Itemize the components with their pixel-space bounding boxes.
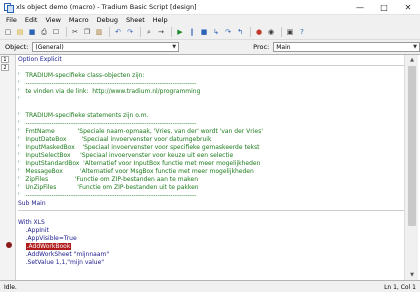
menu-help[interactable]: Help [149,16,172,24]
toolbar-separator [109,27,110,37]
toolbar: □ ▤ ■ ⎙ ☐ ✂ ❐ ▥ ↶ ↷ ⌕ → ▶ ‖ ■ ↳ ↷ ↰ ● ◉ ▣? [0,25,420,40]
code-line[interactable]: ' InputSelectBox 'Speciaal invoervenster… [18,152,233,160]
code-line[interactable]: ' te vinden via de link: http://www.trad… [18,88,200,96]
print-icon[interactable]: ⎙ [39,27,49,37]
undo-icon[interactable]: ↶ [113,27,123,37]
editor-gutter[interactable]: 1 2 [0,55,16,280]
breakpoint-icon[interactable]: ● [254,27,264,37]
close-button[interactable]: ✕ [396,0,420,15]
toolbar-separator [250,27,251,37]
menu-macro[interactable]: Macro [65,16,93,24]
object-dropdown-value: (General) [35,43,64,51]
menu-edit[interactable]: Edit [21,16,42,24]
find-icon[interactable]: ⌕ [144,27,154,37]
step-into-icon[interactable]: ↳ [211,27,221,37]
stop-icon[interactable]: ■ [199,27,209,37]
copy-icon[interactable]: ❐ [82,27,92,37]
pause-icon[interactable]: ‖ [187,27,197,37]
code-line[interactable]: .AppVisible=True [18,235,77,243]
status-text: Idle. [4,283,17,291]
menu-debug[interactable]: Debug [93,16,122,24]
toolbar-separator [66,27,67,37]
step-out-icon[interactable]: ↰ [235,27,245,37]
code-line[interactable]: ' MessageBox 'Alternatief voor MsgBox fu… [18,168,254,176]
chevron-down-icon: ▼ [172,44,177,50]
new-file-icon[interactable]: □ [3,27,13,37]
code-line[interactable]: ' TRADIUM-specifieke statements zijn o.m… [18,112,148,120]
module-tab-2[interactable]: 2 [1,64,9,71]
scroll-down-icon[interactable]: ▼ [405,270,419,280]
breakpoint-marker-icon[interactable] [6,242,12,248]
code-line[interactable]: ' InputDateBox 'Speciaal invoervenster v… [18,136,211,144]
save-icon[interactable]: ■ [27,27,37,37]
code-line[interactable]: ' --------------------------------------… [18,192,196,200]
step-over-icon[interactable]: ↷ [223,27,233,37]
code-area[interactable]: Option Explicit ' TRADIUM-specifieke clas… [18,55,404,280]
vertical-scrollbar[interactable]: ▲ ▼ [404,55,418,280]
code-line[interactable]: ' InputStandardBox 'Alternatief voor Inp… [18,160,260,168]
run-icon[interactable]: ▶ [175,27,185,37]
object-label: Object: [5,43,29,51]
code-line[interactable]: .AddWorkBook [18,243,72,251]
paste-icon[interactable]: ▥ [94,27,104,37]
scrollbar-thumb[interactable] [408,66,416,226]
title-bar: xls object demo (macro) - Tradium Basic … [0,0,420,15]
object-proc-bar: Object: (General) ▼ Proc: Main ▼ [0,41,420,53]
dialog-icon[interactable]: ▣ [285,27,295,37]
module-tab-1[interactable]: 1 [1,56,9,63]
procedure-divider [18,65,404,66]
toolbar-separator [171,27,172,37]
code-line[interactable]: ' --------------------------------------… [18,120,196,128]
menu-sheet[interactable]: Sheet [122,16,149,24]
code-line[interactable]: ' ZipFiles 'Functie om ZIP-bestanden aan… [18,176,198,184]
cut-icon[interactable]: ✂ [70,27,80,37]
menu-file[interactable]: File [2,16,21,24]
help-icon[interactable]: ? [297,27,307,37]
code-line[interactable]: ' TRADIUM-specifieke class-objecten zijn… [18,72,144,80]
code-line[interactable]: .AppInit [18,227,49,235]
code-line[interactable]: Sub Main [18,200,46,208]
toolbar-separator [281,27,282,37]
code-line[interactable]: With XLS [18,219,45,227]
code-line[interactable]: Option Explicit [18,56,62,64]
minimize-button[interactable]: — [348,0,372,15]
print-preview-icon[interactable]: ☐ [51,27,61,37]
cursor-position: Ln 1, Col 1 [384,283,416,291]
proc-dropdown[interactable]: Main ▼ [273,42,420,52]
object-dropdown[interactable]: (General) ▼ [32,42,180,52]
status-bar: Idle. Ln 1, Col 1 [0,282,420,292]
code-line[interactable]: ' InputMaskedBox 'Speciaal invoervenster… [18,144,259,152]
menu-bar: File Edit View Macro Debug Sheet Help [0,15,420,25]
watch-icon[interactable]: ◉ [266,27,276,37]
app-icon [4,3,14,13]
scroll-up-icon[interactable]: ▲ [405,55,419,65]
code-line[interactable]: .SetValue 1,1,"mijn value" [18,259,104,267]
code-line[interactable]: ' --------------------------------------… [18,80,196,88]
current-line-highlight: .AddWorkBook [25,243,72,250]
procedure-divider [18,210,404,211]
code-line[interactable]: ' [18,96,20,104]
code-editor[interactable]: 1 2 Option Explicit ' TRADIUM-specifieke … [0,54,420,281]
open-folder-icon[interactable]: ▤ [15,27,25,37]
find-next-icon[interactable]: → [156,27,166,37]
chevron-down-icon: ▼ [413,44,417,50]
code-line[interactable]: .AddWorkSheet "mijnnaam" [18,251,109,259]
code-line[interactable]: ' UnZipFiles 'Functie om ZIP-bestanden u… [18,184,199,192]
window-title: xls object demo (macro) - Tradium Basic … [16,3,197,11]
redo-icon[interactable]: ↷ [125,27,135,37]
maximize-button[interactable]: □ [372,0,396,15]
proc-label: Proc: [253,43,270,51]
proc-dropdown-value: Main [276,43,291,51]
code-line[interactable]: ' FmtName 'Speciale naam-opmaak, 'Vries,… [18,128,263,136]
toolbar-separator [140,27,141,37]
menu-view[interactable]: View [41,16,64,24]
